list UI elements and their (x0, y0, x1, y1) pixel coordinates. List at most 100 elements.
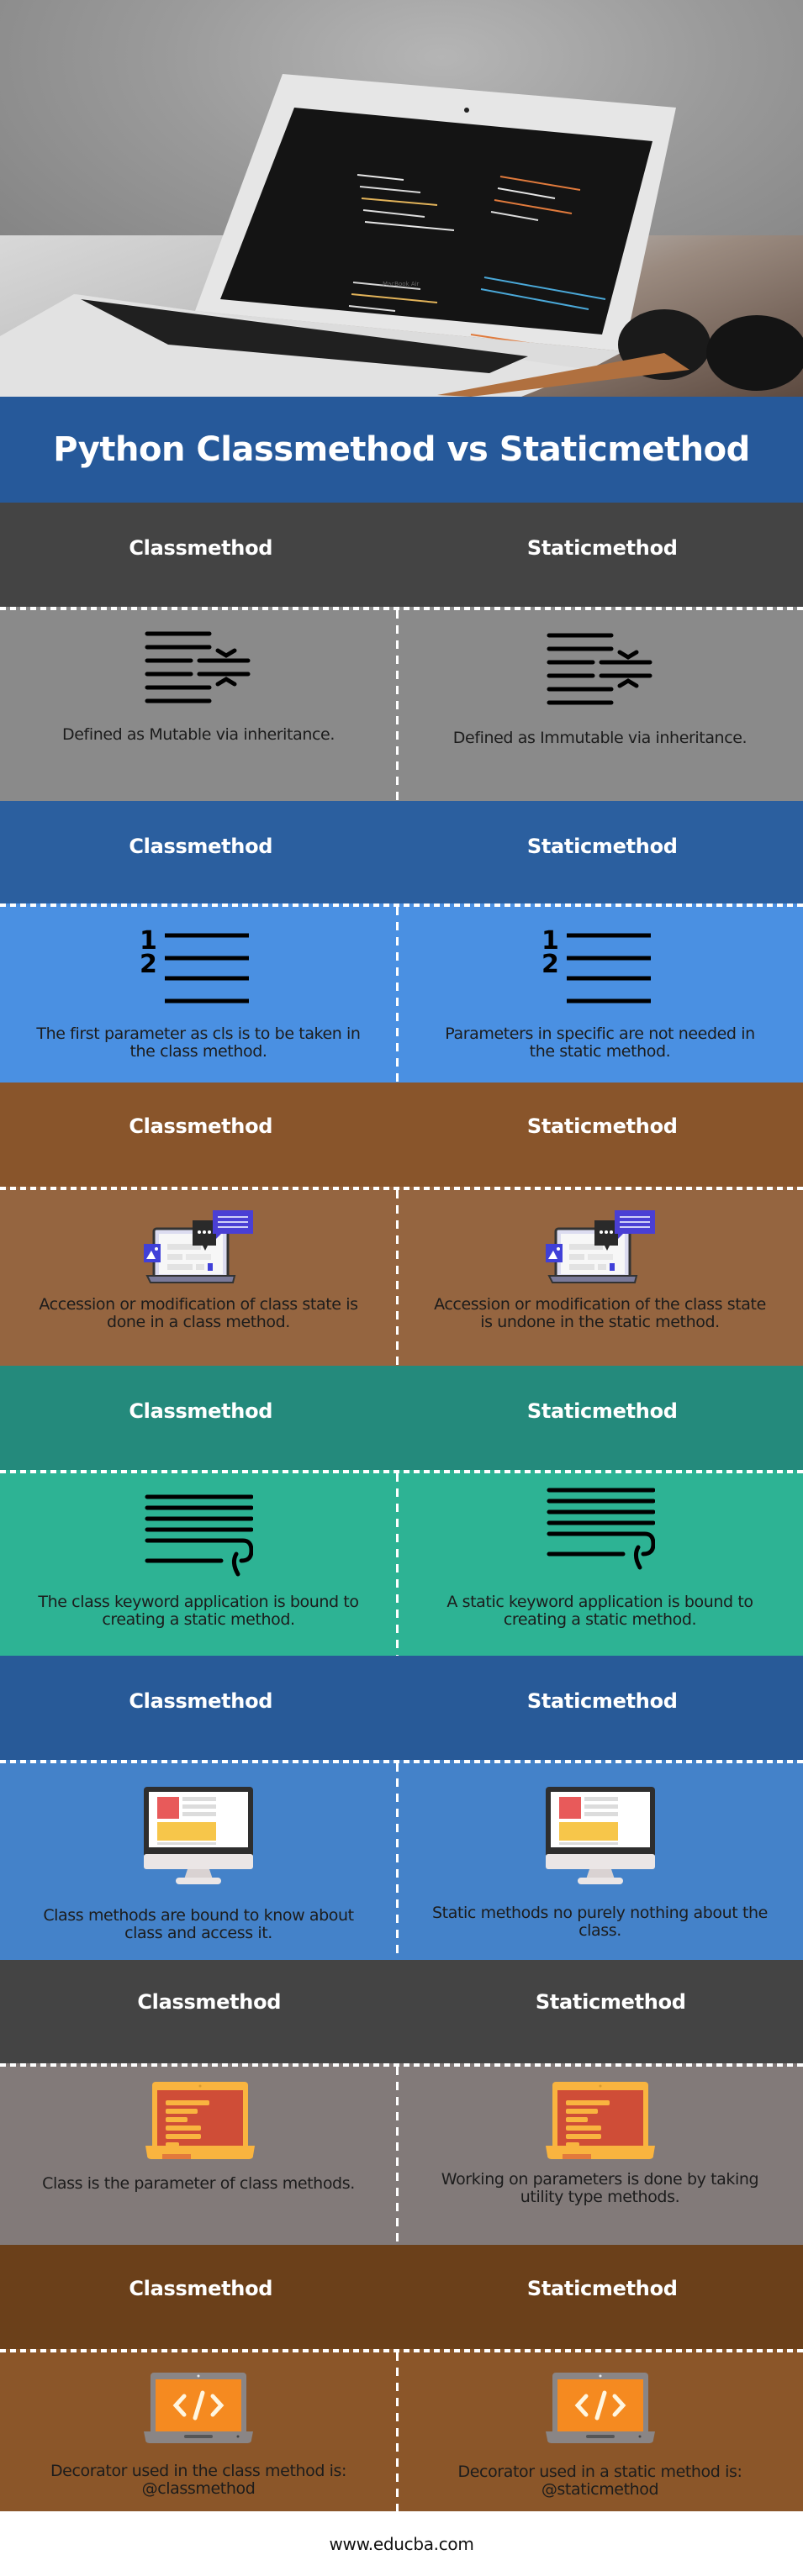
heading-staticmethod: Staticmethod (526, 1114, 678, 1138)
title-band: Python Classmethod vs Staticmethod (0, 397, 803, 503)
heading-staticmethod: Staticmethod (526, 1689, 678, 1713)
header-cell-classmethod: Classmethod (0, 2245, 402, 2349)
comparison-row-1: Classmethod Staticmethod Defined as Muta… (0, 503, 803, 801)
header-cell-classmethod: Classmethod (0, 1083, 402, 1187)
cell-classmethod: The class keyword application is bound t… (0, 1470, 397, 1656)
description-staticmethod: Accession or modification of the class s… (434, 1295, 766, 1331)
cell-staticmethod: A static keyword application is bound to… (397, 1470, 803, 1656)
cell-staticmethod: 1 2 Parameters in specific are not neede… (397, 903, 803, 1083)
header-cell-staticmethod: Staticmethod (402, 1083, 803, 1187)
heading-staticmethod: Staticmethod (526, 835, 678, 858)
description-classmethod: Class is the parameter of class methods. (42, 2174, 355, 2193)
laptop-document-icon (145, 2082, 255, 2162)
description-classmethod: Decorator used in the class method is: @… (50, 2462, 347, 2498)
row-header: Classmethod Staticmethod (0, 1656, 803, 1760)
description-staticmethod: Static methods no purely nothing about t… (432, 1904, 768, 1940)
laptop-document-icon (545, 2082, 655, 2162)
heading-classmethod: Classmethod (137, 1990, 282, 2014)
desktop-monitor-icon (144, 1787, 253, 1888)
header-cell-staticmethod: Staticmethod (402, 2245, 803, 2349)
laptop-code-icon (144, 2373, 253, 2444)
heading-classmethod: Classmethod (129, 536, 273, 560)
laptop-brand-label: MacBook Air (383, 281, 420, 287)
header-cell-staticmethod: Staticmethod (402, 801, 803, 903)
laptop-photo-illustration: MacBook Air (0, 74, 803, 397)
row-body: Accession or modification of class state… (0, 1187, 803, 1366)
row-body: Class methods are bound to know about cl… (0, 1760, 803, 1960)
page-title: Python Classmethod vs Staticmethod (53, 430, 750, 469)
description-classmethod: Defined as Mutable via inheritance. (62, 725, 335, 744)
description-classmethod: The first parameter as cls is to be take… (36, 1025, 361, 1061)
text-collapse-icon (546, 632, 655, 716)
header-cell-staticmethod: Staticmethod (402, 503, 803, 607)
comparison-row-7: Classmethod Staticmethod Decorator used … (0, 2245, 803, 2511)
description-staticmethod: Working on parameters is done by taking … (441, 2170, 759, 2206)
cell-staticmethod: Accession or modification of the class s… (397, 1187, 803, 1366)
numbered-list-icon: 1 2 (541, 924, 659, 1008)
description-staticmethod: Parameters in specific are not needed in… (445, 1025, 755, 1061)
heading-staticmethod: Staticmethod (526, 2277, 678, 2300)
row-body: 1 2 The first parameter as cls is to be … (0, 903, 803, 1083)
row-body: The class keyword application is bound t… (0, 1470, 803, 1656)
cell-classmethod: Class is the parameter of class methods. (0, 2063, 397, 2245)
sunglasses-lens-right (706, 315, 803, 391)
header-cell-staticmethod: Staticmethod (402, 1960, 803, 2063)
comparison-row-5: Classmethod Staticmethod Class methods a… (0, 1656, 803, 1960)
laptop-screen (220, 108, 652, 335)
comparison-row-6: Classmethod Staticmethod Class is the pa… (0, 1960, 803, 2245)
heading-staticmethod: Staticmethod (535, 1990, 686, 2014)
laptop-camera (464, 108, 469, 113)
heading-classmethod: Classmethod (129, 1689, 273, 1713)
comparison-row-4: Classmethod Staticmethod The class keywo… (0, 1366, 803, 1656)
cell-staticmethod: Static methods no purely nothing about t… (397, 1760, 803, 1960)
cell-classmethod: Accession or modification of class state… (0, 1187, 397, 1366)
cell-classmethod: 1 2 The first parameter as cls is to be … (0, 903, 397, 1083)
description-classmethod: Class methods are bound to know about cl… (43, 1906, 354, 1942)
footer: www.educba.com (0, 2511, 803, 2576)
cell-classmethod: Decorator used in the class method is: @… (0, 2349, 397, 2511)
row-body: Decorator used in the class method is: @… (0, 2349, 803, 2511)
svg-text:2: 2 (541, 950, 559, 979)
footer-website-link[interactable]: www.educba.com (329, 2534, 473, 2554)
heading-classmethod: Classmethod (129, 1399, 273, 1423)
header-cell-classmethod: Classmethod (0, 503, 402, 607)
comparison-row-2: Classmethod Staticmethod 1 2 The first p… (0, 801, 803, 1083)
row-header: Classmethod Staticmethod (0, 1083, 803, 1187)
heading-classmethod: Classmethod (129, 2277, 273, 2300)
laptop-code-icon (545, 2373, 655, 2444)
row-header: Classmethod Staticmethod (0, 801, 803, 903)
row-header: Classmethod Staticmethod (0, 1366, 803, 1470)
header-cell-classmethod: Classmethod (0, 801, 402, 903)
header-cell-classmethod: Classmethod (0, 1656, 402, 1760)
cell-staticmethod: Defined as Immutable via inheritance. (397, 607, 803, 801)
row-header: Classmethod Staticmethod (0, 503, 803, 607)
header-cell-staticmethod: Staticmethod (402, 1656, 803, 1760)
cell-classmethod: Class methods are bound to know about cl… (0, 1760, 397, 1960)
heading-staticmethod: Staticmethod (526, 1399, 678, 1423)
description-staticmethod: Defined as Immutable via inheritance. (452, 729, 748, 747)
laptop-chat-icon (545, 1210, 655, 1286)
cell-classmethod: Defined as Mutable via inheritance. (0, 607, 397, 801)
text-collapse-icon (144, 630, 253, 714)
laptop-chat-icon (144, 1210, 253, 1286)
header-cell-classmethod: Classmethod (0, 1960, 402, 2063)
infographic-page: MacBook Air Python Classmethod vs Static… (0, 0, 803, 2576)
header-cell-classmethod: Classmethod (0, 1366, 402, 1470)
comparison-row-3: Classmethod Staticmethod Accession or mo… (0, 1083, 803, 1366)
row-body: Defined as Mutable via inheritance. Defi… (0, 607, 803, 801)
row-body: Class is the parameter of class methods. (0, 2063, 803, 2245)
row-header: Classmethod Staticmethod (0, 1960, 803, 2063)
cell-staticmethod: Decorator used in a static method is: @s… (397, 2349, 803, 2511)
heading-classmethod: Classmethod (129, 1114, 273, 1138)
svg-text:2: 2 (140, 950, 157, 979)
text-wrap-icon (144, 1493, 254, 1578)
description-staticmethod: A static keyword application is bound to… (446, 1593, 753, 1629)
cell-staticmethod: Working on parameters is done by taking … (397, 2063, 803, 2245)
description-classmethod: The class keyword application is bound t… (38, 1593, 359, 1629)
desktop-monitor-icon (545, 1787, 655, 1888)
header-cell-staticmethod: Staticmethod (402, 1366, 803, 1470)
numbered-list-icon: 1 2 (140, 924, 257, 1008)
row-header: Classmethod Staticmethod (0, 2245, 803, 2349)
heading-classmethod: Classmethod (129, 835, 273, 858)
description-staticmethod: Decorator used in a static method is: @s… (457, 2463, 742, 2499)
